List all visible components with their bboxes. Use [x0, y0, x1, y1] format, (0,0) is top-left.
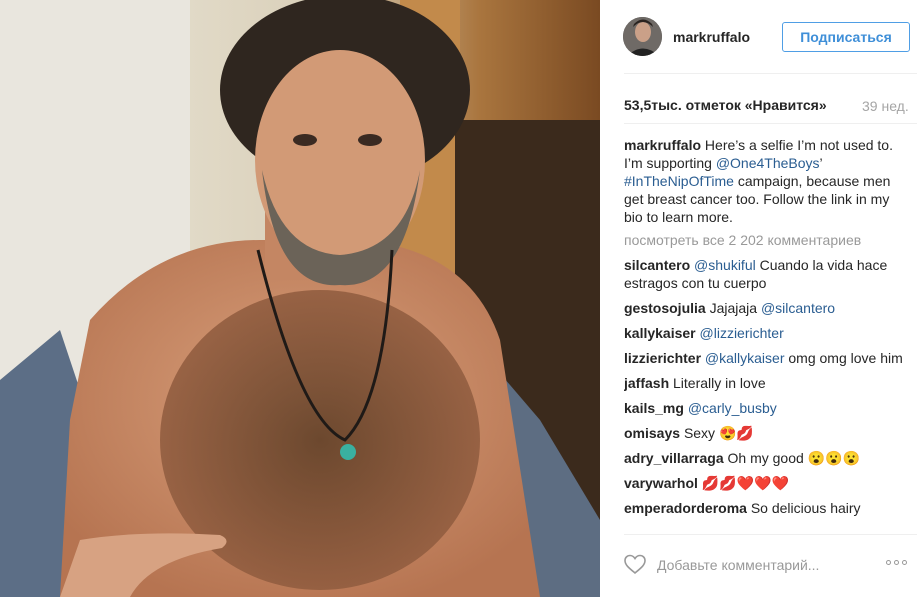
comment-username[interactable]: emperadorderoma: [624, 500, 747, 516]
comment-item: lizzierichter @kallykaiser omg omg love …: [624, 349, 911, 367]
comment-item: silcantero @shukiful Cuando la vida hace…: [624, 256, 911, 292]
comment-username[interactable]: varywarhol: [624, 475, 698, 491]
comment-item: adry_villarraga Oh my good 😮😮😮: [624, 449, 911, 467]
comment-text: omg omg love him: [784, 350, 903, 366]
comment-text: Oh my good 😮😮😮: [727, 450, 860, 466]
view-all-comments-link[interactable]: посмотреть все 2 202 комментариев: [624, 231, 911, 249]
comment-text: Sexy 😍💋: [683, 425, 754, 441]
post-age[interactable]: 39 нед.: [862, 98, 909, 114]
mention-link[interactable]: @shukiful: [694, 257, 756, 273]
comment-username[interactable]: kails_mg: [624, 400, 684, 416]
mention-link[interactable]: #InTheNipOfTime: [624, 173, 734, 189]
comment-item: varywarhol 💋💋❤️❤️❤️: [624, 474, 911, 492]
mention-link[interactable]: @silcantero: [761, 300, 835, 316]
comment-item: emperadorderoma So delicious hairy: [624, 499, 911, 517]
comment-text: 💋💋❤️❤️❤️: [701, 475, 789, 491]
heart-icon[interactable]: [623, 552, 647, 581]
footer-divider: [624, 534, 917, 535]
comment-username[interactable]: kallykaiser: [624, 325, 696, 341]
avatar[interactable]: [623, 17, 662, 56]
post-footer: [600, 551, 917, 597]
comment-username[interactable]: adry_villarraga: [624, 450, 724, 466]
follow-button[interactable]: Подписаться: [782, 22, 910, 52]
post-sidebar: markruffalo Подписаться 53,5тыс. отметок…: [600, 0, 917, 597]
add-comment-input[interactable]: [657, 557, 847, 573]
caption-username[interactable]: markruffalo: [624, 137, 701, 153]
more-options-icon[interactable]: [886, 560, 907, 565]
header-divider: [624, 73, 917, 74]
comment-text: ’: [819, 155, 823, 171]
caption: markruffalo Here’s a selfie I’m not used…: [624, 136, 911, 226]
comment-username[interactable]: jaffash: [624, 375, 669, 391]
comment-item: jaffash Literally in love: [624, 374, 911, 392]
post-username[interactable]: markruffalo: [673, 29, 750, 45]
comment-username[interactable]: omisays: [624, 425, 680, 441]
mention-link[interactable]: @carly_busby: [688, 400, 777, 416]
mention-link[interactable]: @One4TheBoys: [716, 155, 820, 171]
comment-item: gestosojulia Jajajaja @silcantero: [624, 299, 911, 317]
comment-item: kails_mg @carly_busby: [624, 399, 911, 417]
avatar-image: [623, 17, 662, 56]
mention-link[interactable]: @kallykaiser: [705, 350, 785, 366]
comment-text: Jajajaja: [709, 300, 761, 316]
comment-item: omisays Sexy 😍💋: [624, 424, 911, 442]
comment-username[interactable]: lizzierichter: [624, 350, 701, 366]
comments-list: markruffalo Here’s a selfie I’m not used…: [624, 136, 911, 532]
post-header: markruffalo Подписаться: [600, 0, 917, 73]
comment-username[interactable]: silcantero: [624, 257, 690, 273]
comment-text: Literally in love: [673, 375, 766, 391]
comment-username[interactable]: gestosojulia: [624, 300, 706, 316]
likes-count[interactable]: 53,5тыс. отметок «Нравится»: [624, 97, 827, 113]
post-photo[interactable]: [0, 0, 600, 597]
comment-item: kallykaiser @lizzierichter: [624, 324, 911, 342]
likes-divider: [624, 123, 917, 124]
comment-text: So delicious hairy: [750, 500, 861, 516]
mention-link[interactable]: @lizzierichter: [700, 325, 784, 341]
photo-image: [0, 0, 600, 597]
